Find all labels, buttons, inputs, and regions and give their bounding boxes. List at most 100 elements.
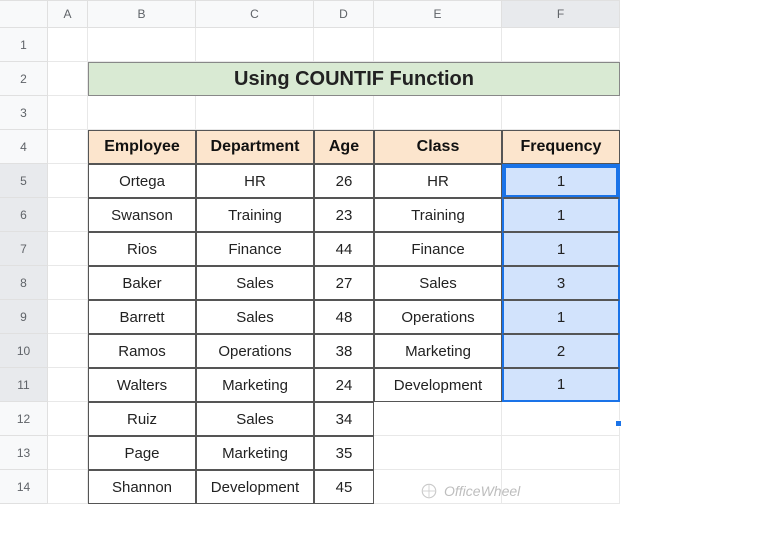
cell-A14[interactable] (48, 470, 88, 504)
row-header-5[interactable]: 5 (0, 164, 48, 198)
cell-age-11[interactable]: 24 (314, 368, 374, 402)
row-header-12[interactable]: 12 (0, 402, 48, 436)
cell-A10[interactable] (48, 334, 88, 368)
cell-F12[interactable] (502, 402, 620, 436)
cell-A13[interactable] (48, 436, 88, 470)
row-header-13[interactable]: 13 (0, 436, 48, 470)
cell-age-13[interactable]: 35 (314, 436, 374, 470)
cell-F13[interactable] (502, 436, 620, 470)
cell-age-8[interactable]: 27 (314, 266, 374, 300)
cell-age-5[interactable]: 26 (314, 164, 374, 198)
cell-A12[interactable] (48, 402, 88, 436)
cell-class-6[interactable]: Training (374, 198, 502, 232)
column-header-B[interactable]: B (88, 0, 196, 28)
cell-A6[interactable] (48, 198, 88, 232)
cell-department-7[interactable]: Finance (196, 232, 314, 266)
column-header-E[interactable]: E (374, 0, 502, 28)
cell-class-5[interactable]: HR (374, 164, 502, 198)
column-header-D[interactable]: D (314, 0, 374, 28)
cell-department-14[interactable]: Development (196, 470, 314, 504)
cell-class-8[interactable]: Sales (374, 266, 502, 300)
row-header-10[interactable]: 10 (0, 334, 48, 368)
cell-A5[interactable] (48, 164, 88, 198)
cell-E14[interactable] (374, 470, 502, 504)
cell-employee-12[interactable]: Ruiz (88, 402, 196, 436)
cell-E1[interactable] (374, 28, 502, 62)
cell-department-8[interactable]: Sales (196, 266, 314, 300)
cell-department-10[interactable]: Operations (196, 334, 314, 368)
cell-class-9[interactable]: Operations (374, 300, 502, 334)
cell-F14[interactable] (502, 470, 620, 504)
cell-E13[interactable] (374, 436, 502, 470)
row-header-14[interactable]: 14 (0, 470, 48, 504)
column-header-F[interactable]: F (502, 0, 620, 28)
cell-frequency-9[interactable]: 1 (502, 300, 620, 334)
cell-employee-10[interactable]: Ramos (88, 334, 196, 368)
cell-department-9[interactable]: Sales (196, 300, 314, 334)
cell-A4[interactable] (48, 130, 88, 164)
cell-A11[interactable] (48, 368, 88, 402)
cell-age-10[interactable]: 38 (314, 334, 374, 368)
cell-employee-6[interactable]: Swanson (88, 198, 196, 232)
row-header-2[interactable]: 2 (0, 62, 48, 96)
cell-employee-8[interactable]: Baker (88, 266, 196, 300)
row-header-1[interactable]: 1 (0, 28, 48, 62)
cell-A1[interactable] (48, 28, 88, 62)
column-header-C[interactable]: C (196, 0, 314, 28)
row-header-4[interactable]: 4 (0, 130, 48, 164)
header-age: Age (314, 130, 374, 164)
cell-F3[interactable] (502, 96, 620, 130)
cell-frequency-6[interactable]: 1 (502, 198, 620, 232)
cell-frequency-7[interactable]: 1 (502, 232, 620, 266)
cell-frequency-11[interactable]: 1 (502, 368, 620, 402)
cell-frequency-8[interactable]: 3 (502, 266, 620, 300)
row-header-7[interactable]: 7 (0, 232, 48, 266)
cell-department-5[interactable]: HR (196, 164, 314, 198)
cell-age-9[interactable]: 48 (314, 300, 374, 334)
row-header-11[interactable]: 11 (0, 368, 48, 402)
cell-B1[interactable] (88, 28, 196, 62)
cell-C3[interactable] (196, 96, 314, 130)
cell-B3[interactable] (88, 96, 196, 130)
cell-department-6[interactable]: Training (196, 198, 314, 232)
header-department: Department (196, 130, 314, 164)
cell-frequency-5[interactable]: 1 (502, 164, 620, 198)
spreadsheet-grid[interactable]: ABCDEF12Using COUNTIF Function34Employee… (0, 0, 768, 504)
cell-frequency-10[interactable]: 2 (502, 334, 620, 368)
header-class: Class (374, 130, 502, 164)
cell-age-14[interactable]: 45 (314, 470, 374, 504)
cell-employee-11[interactable]: Walters (88, 368, 196, 402)
cell-F1[interactable] (502, 28, 620, 62)
cell-department-11[interactable]: Marketing (196, 368, 314, 402)
cell-D3[interactable] (314, 96, 374, 130)
cell-employee-5[interactable]: Ortega (88, 164, 196, 198)
cell-employee-7[interactable]: Rios (88, 232, 196, 266)
cell-class-11[interactable]: Development (374, 368, 502, 402)
cell-employee-13[interactable]: Page (88, 436, 196, 470)
cell-C1[interactable] (196, 28, 314, 62)
cell-employee-9[interactable]: Barrett (88, 300, 196, 334)
cell-E12[interactable] (374, 402, 502, 436)
cell-A8[interactable] (48, 266, 88, 300)
cell-D1[interactable] (314, 28, 374, 62)
cell-age-12[interactable]: 34 (314, 402, 374, 436)
column-header-A[interactable]: A (48, 0, 88, 28)
cell-class-10[interactable]: Marketing (374, 334, 502, 368)
select-all-corner[interactable] (0, 0, 48, 28)
row-header-3[interactable]: 3 (0, 96, 48, 130)
cell-age-6[interactable]: 23 (314, 198, 374, 232)
cell-department-12[interactable]: Sales (196, 402, 314, 436)
cell-A9[interactable] (48, 300, 88, 334)
cell-A2[interactable] (48, 62, 88, 96)
cell-department-13[interactable]: Marketing (196, 436, 314, 470)
cell-class-7[interactable]: Finance (374, 232, 502, 266)
row-header-8[interactable]: 8 (0, 266, 48, 300)
row-header-6[interactable]: 6 (0, 198, 48, 232)
cell-age-7[interactable]: 44 (314, 232, 374, 266)
fill-handle[interactable] (615, 420, 622, 427)
cell-A3[interactable] (48, 96, 88, 130)
cell-A7[interactable] (48, 232, 88, 266)
cell-employee-14[interactable]: Shannon (88, 470, 196, 504)
row-header-9[interactable]: 9 (0, 300, 48, 334)
cell-E3[interactable] (374, 96, 502, 130)
